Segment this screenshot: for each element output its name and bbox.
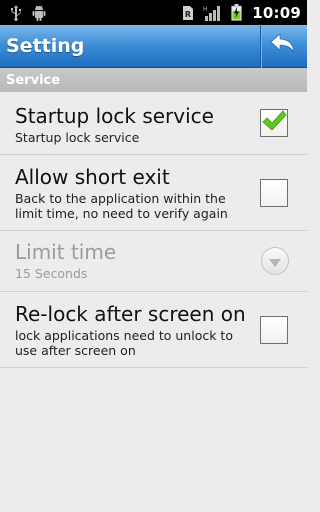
startup-lock-checkbox[interactable] — [260, 109, 288, 137]
title-bar: Setting — [0, 24, 307, 68]
page-title: Setting — [6, 35, 85, 57]
status-clock: 10:09 — [252, 3, 301, 22]
limit-time-dropdown[interactable] — [261, 247, 289, 275]
pref-startup-lock-service[interactable]: Startup lock service Startup lock servic… — [0, 92, 307, 155]
signal-strength-icon: H — [203, 5, 221, 21]
usb-icon — [10, 4, 22, 21]
back-button[interactable] — [260, 24, 307, 68]
chevron-down-icon — [269, 252, 281, 271]
sim-card-icon: R — [183, 5, 194, 20]
svg-text:R: R — [185, 10, 191, 19]
allow-short-exit-checkbox[interactable] — [260, 178, 288, 207]
checkmark-icon — [261, 109, 287, 137]
pref-relock-after-screen-on[interactable]: Re-lock after screen on lock application… — [0, 292, 307, 368]
status-left-icons — [10, 4, 46, 21]
status-right-icons: R H 10:09 — [183, 4, 301, 22]
section-title: Service — [6, 72, 61, 88]
pref-summary: Startup lock service — [15, 130, 140, 145]
back-arrow-icon — [270, 33, 298, 59]
battery-charging-icon — [231, 4, 242, 21]
android-debug-icon — [32, 5, 46, 21]
status-bar: R H 10:09 — [0, 0, 307, 25]
section-header: Service — [0, 68, 307, 92]
relock-checkbox[interactable] — [260, 315, 288, 344]
svg-text:H: H — [203, 6, 208, 13]
pref-allow-short-exit[interactable]: Allow short exit Back to the application… — [0, 155, 307, 231]
pref-limit-time[interactable]: Limit time 15 Seconds — [0, 231, 307, 292]
pref-summary: 15 Seconds — [15, 266, 88, 281]
pref-summary: lock applications need to unlock to use … — [15, 328, 233, 358]
pref-summary: Back to the application within the limit… — [15, 191, 228, 221]
preference-list: Startup lock service Startup lock servic… — [0, 92, 307, 368]
